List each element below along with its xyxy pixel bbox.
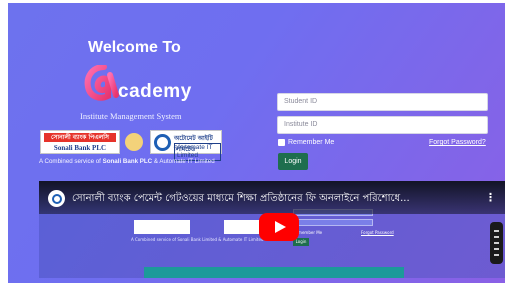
welcome-heading: Welcome To [88, 39, 181, 56]
combined-prefix: A Combined service of [39, 158, 103, 165]
sonali-bank-name: Sonali Bank PLC [53, 144, 107, 152]
login-page: Welcome To cademy Institute Management S… [8, 3, 505, 283]
channel-avatar-icon[interactable] [48, 190, 65, 207]
sonali-bank-bangla: সোনালী ব্যাংক পিএলসি [44, 133, 116, 142]
side-panel-widget[interactable] [490, 222, 503, 264]
login-button[interactable]: Login [278, 153, 308, 170]
side-pill-dot [494, 230, 499, 232]
combined-it: Automate IT Limited [159, 158, 215, 165]
remember-checkbox[interactable] [278, 139, 285, 146]
tagline: Institute Management System [80, 111, 182, 121]
side-pill-dot [494, 254, 499, 256]
video-bottom-bar [144, 267, 404, 278]
remember-label: Remember Me [288, 139, 335, 146]
video-bank-logo [134, 220, 190, 234]
video-institute-input [293, 219, 373, 226]
side-pill-dot [494, 236, 499, 238]
video-title[interactable]: সোনালী ব্যাংক পেমেন্ট গেটওয়ের মাধ্যমে শ… [72, 191, 472, 208]
combined-service-text: A Combined service of Sonali Bank PLC & … [39, 158, 215, 165]
combined-bank: Sonali Bank PLC [102, 158, 153, 165]
youtube-video-embed[interactable]: A Combined service of Sonali Bank Limite… [39, 181, 505, 278]
side-pill-dot [494, 242, 499, 244]
sonali-bank-logo: সোনালী ব্যাংক পিএলসি Sonali Bank PLC [40, 130, 120, 154]
remember-me[interactable]: Remember Me [278, 139, 334, 146]
student-id-input[interactable]: Student ID [277, 93, 488, 111]
institute-id-input[interactable]: Institute ID [277, 116, 488, 134]
automate-logo-icon [154, 134, 171, 151]
academy-wordmark: cademy [118, 81, 192, 102]
video-combined-text: A Combined service of Sonali Bank Limite… [131, 237, 264, 242]
video-forgot: Forgot Password [361, 230, 394, 235]
video-menu-icon[interactable]: ⋮ [485, 191, 496, 204]
forgot-password-link[interactable]: Forgot Password? [429, 139, 486, 146]
side-pill-dot [494, 248, 499, 250]
handshake-icon [125, 133, 143, 151]
automate-it-logo: অটোমেট আইটি লিমিটেড Automate IT Limited [150, 130, 222, 161]
play-button-icon[interactable] [259, 213, 299, 241]
